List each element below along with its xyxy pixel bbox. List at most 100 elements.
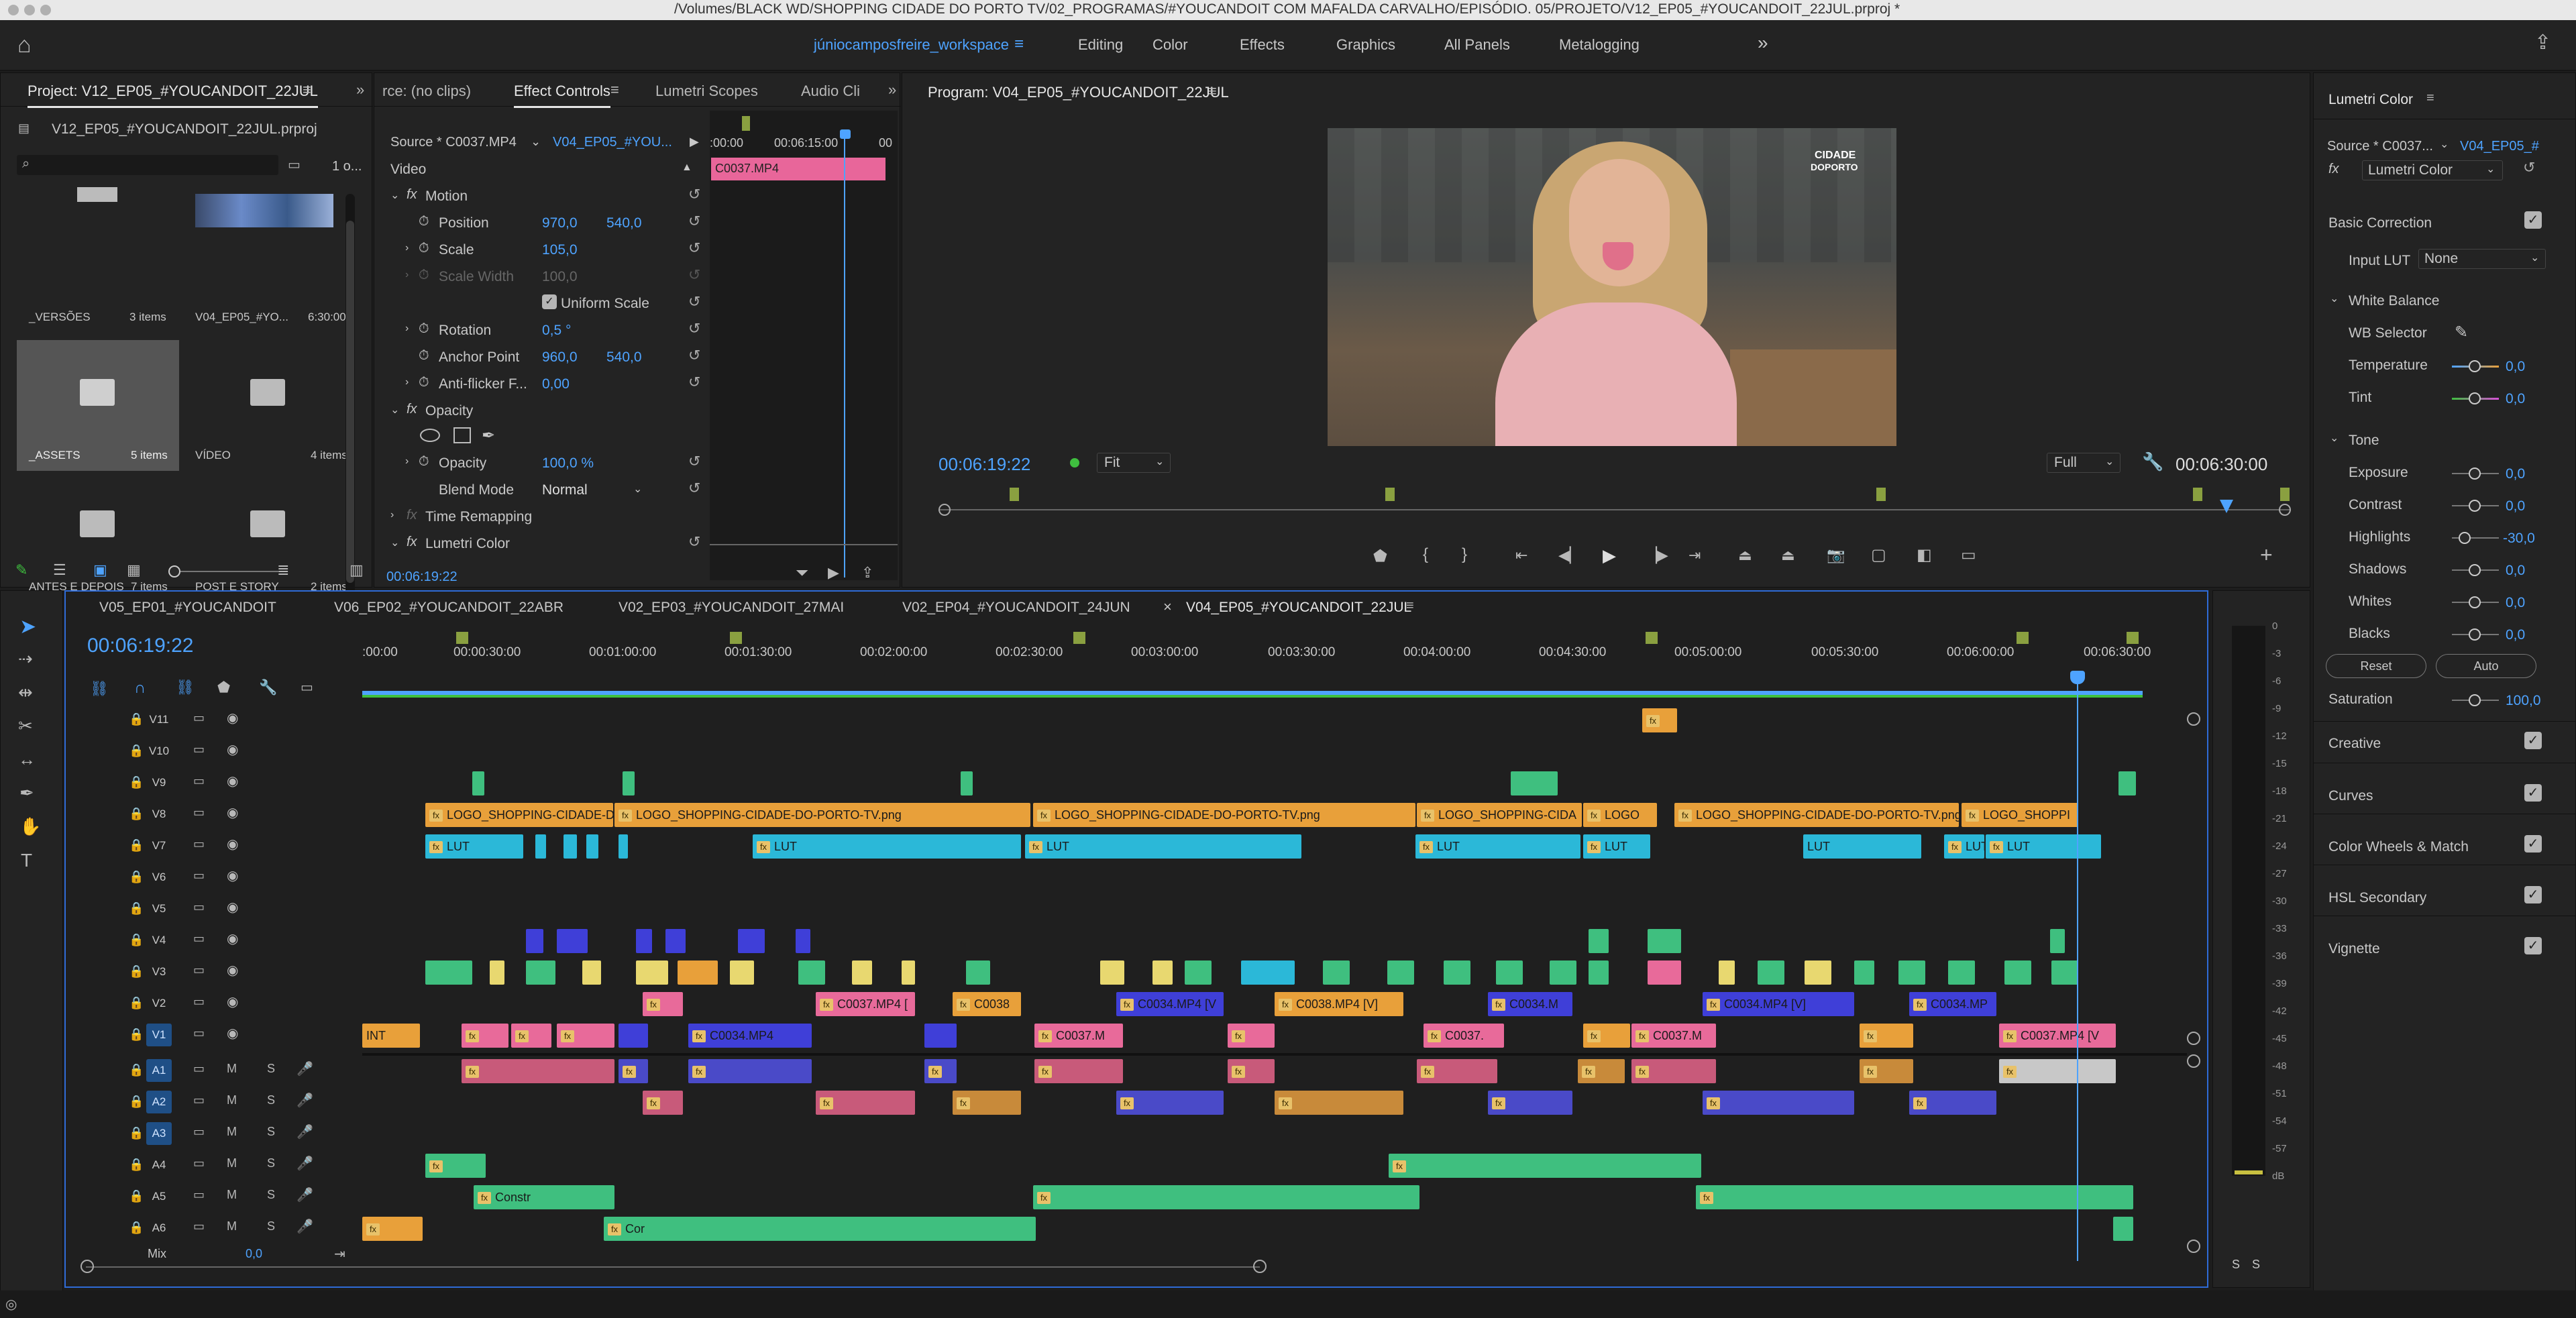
- new-item-icon[interactable]: ▥: [350, 561, 364, 579]
- a1-audio-clip[interactable]: fx: [619, 1059, 648, 1083]
- v3-clip[interactable]: [1241, 960, 1295, 985]
- lock-icon[interactable]: 🔒: [129, 838, 144, 853]
- export-icon[interactable]: ⇪: [861, 564, 873, 582]
- go-to-end-icon[interactable]: ⇥: [334, 1246, 345, 1262]
- marker[interactable]: [2280, 488, 2290, 501]
- pen-mask-icon[interactable]: ✒: [482, 426, 495, 445]
- blacks-value[interactable]: 0,0: [2506, 627, 2525, 643]
- v3-clip[interactable]: [526, 960, 555, 985]
- stopwatch-icon[interactable]: ⏱: [419, 348, 429, 364]
- v7-lut-clip[interactable]: fx LUT: [1415, 834, 1580, 859]
- mute-button[interactable]: M: [227, 1093, 237, 1107]
- toggle-sync-icon[interactable]: ▭: [193, 743, 205, 757]
- scrollbar-thumb[interactable]: [346, 221, 354, 583]
- track-target-button[interactable]: V8: [146, 803, 172, 826]
- ec-timecode[interactable]: 00:06:19:22: [386, 569, 458, 585]
- whites-knob[interactable]: [2469, 596, 2481, 608]
- saturation-knob[interactable]: [2469, 694, 2481, 706]
- toggle-sync-icon[interactable]: ▭: [193, 900, 205, 914]
- marker[interactable]: [1385, 488, 1395, 501]
- tab-source[interactable]: rce: (no clips): [382, 83, 471, 100]
- color-wheels-checkbox[interactable]: ✓: [2524, 835, 2542, 853]
- lift-icon[interactable]: ⏏: [1738, 547, 1752, 564]
- rectangle-mask-icon[interactable]: [453, 427, 471, 443]
- a1-audio-clip[interactable]: fx: [462, 1059, 614, 1083]
- v8-logo-clip[interactable]: fx LOGO_SHOPPING-CIDADE-D: [425, 803, 613, 827]
- temperature-value[interactable]: 0,0: [2506, 359, 2525, 375]
- toggle-sync-icon[interactable]: ▭: [193, 1219, 205, 1233]
- a6-audio-clip[interactable]: fx Cor: [604, 1217, 1036, 1241]
- marker[interactable]: [1646, 632, 1658, 644]
- a2-audio-clip[interactable]: fx: [953, 1091, 1021, 1115]
- track-target-button[interactable]: V6: [146, 866, 172, 889]
- fx-icon[interactable]: fx: [407, 402, 417, 417]
- uniform-scale-checkbox[interactable]: ✓: [542, 294, 557, 309]
- v4-clip[interactable]: [738, 929, 765, 953]
- toggle-sync-icon[interactable]: ▭: [193, 1093, 205, 1107]
- v3-clip[interactable]: [1496, 960, 1523, 985]
- v11-clip[interactable]: fx: [1642, 708, 1677, 732]
- track-area[interactable]: fx fx LOGO_SHOPPING-CIDADE-D fx LOGO_SHOPPIN…: [362, 704, 2187, 1261]
- play-audio-icon[interactable]: ▶: [828, 564, 839, 582]
- lock-icon[interactable]: 🔒: [129, 901, 144, 916]
- tab-effect-controls[interactable]: Effect Controls: [514, 83, 610, 108]
- solo-button[interactable]: S: [267, 1188, 275, 1202]
- v1-clip[interactable]: fx C0037.M: [1034, 1024, 1123, 1048]
- opacity-value[interactable]: 100,0 %: [542, 455, 594, 472]
- reset-icon[interactable]: ↺: [688, 347, 700, 364]
- hsl-secondary-section[interactable]: HSL Secondary: [2328, 890, 2426, 906]
- sequence-tab-active[interactable]: V04_EP05_#YOUCANDOIT_22JUL: [1186, 600, 1411, 616]
- compare-icon[interactable]: ◧: [1917, 545, 1932, 565]
- toggle-sync-icon[interactable]: ▭: [193, 711, 205, 725]
- track-target-button[interactable]: A3: [146, 1122, 172, 1145]
- marker[interactable]: [1073, 632, 1085, 644]
- collapse-icon[interactable]: ⌄: [390, 536, 399, 549]
- lock-icon[interactable]: 🔒: [129, 1158, 144, 1172]
- v3-clip[interactable]: [1758, 960, 1784, 985]
- sequence-tab[interactable]: V02_EP03_#YOUCANDOIT_27MAI: [619, 600, 844, 616]
- stopwatch-icon[interactable]: ⏱: [419, 375, 429, 390]
- v-scroll-mid2[interactable]: [2187, 1054, 2200, 1068]
- reset-icon[interactable]: ↺: [688, 374, 700, 391]
- home-icon[interactable]: ⌂: [17, 32, 32, 58]
- stopwatch-icon[interactable]: ⏱: [419, 454, 429, 470]
- sequence-tab[interactable]: V05_EP01_#YOUCANDOIT: [99, 600, 276, 616]
- a6-audio-clip[interactable]: [2113, 1217, 2133, 1241]
- track-target-button[interactable]: V3: [146, 960, 172, 983]
- reset-icon[interactable]: ↺: [688, 293, 700, 311]
- v3-clip[interactable]: [1323, 960, 1350, 985]
- scale-value[interactable]: 105,0: [542, 242, 578, 258]
- solo-button[interactable]: S: [267, 1093, 275, 1107]
- safe-margins-icon[interactable]: ▢: [1871, 545, 1886, 565]
- zoom-select[interactable]: Fit ⌄: [1097, 453, 1171, 473]
- chevron-down-icon[interactable]: ⌄: [2440, 138, 2449, 151]
- zoom-window-button[interactable]: [40, 5, 51, 15]
- collapse-icon[interactable]: ⌄: [390, 403, 399, 417]
- basic-correction-label[interactable]: Basic Correction: [2328, 215, 2432, 231]
- list-view-icon[interactable]: ☰: [53, 561, 66, 579]
- blacks-knob[interactable]: [2469, 628, 2481, 641]
- vr-icon[interactable]: ▭: [1961, 545, 1976, 565]
- mark-in-icon[interactable]: {: [1423, 545, 1428, 564]
- exposure-knob[interactable]: [2469, 468, 2481, 480]
- saturation-value[interactable]: 100,0: [2506, 693, 2541, 709]
- shadows-knob[interactable]: [2469, 564, 2481, 576]
- share-icon[interactable]: ⇪: [2534, 31, 2551, 54]
- ec-playhead-handle[interactable]: [840, 129, 851, 139]
- temperature-knob[interactable]: [2469, 360, 2481, 372]
- v3-clip[interactable]: [1719, 960, 1735, 985]
- v3-clip[interactable]: [1589, 960, 1609, 985]
- track-target-button[interactable]: V5: [146, 897, 172, 920]
- lock-icon[interactable]: 🔒: [129, 807, 144, 821]
- v2-clip[interactable]: fx C0034.MP4 [V]: [1703, 992, 1854, 1016]
- scrub-track[interactable]: [938, 509, 2291, 510]
- contrast-value[interactable]: 0,0: [2506, 498, 2525, 514]
- track-select-icon[interactable]: ⇢: [18, 649, 33, 669]
- v1-clip[interactable]: fx C0037.MP4 [V: [1999, 1024, 2116, 1048]
- v2-clip[interactable]: fx C0038: [953, 992, 1021, 1016]
- selection-tool-icon[interactable]: ➤: [19, 615, 36, 639]
- eye-icon[interactable]: ◉: [227, 867, 238, 884]
- v3-clip[interactable]: [1948, 960, 1975, 985]
- hand-tool-icon[interactable]: ✋: [19, 816, 41, 837]
- toggle-sync-icon[interactable]: ▭: [193, 774, 205, 788]
